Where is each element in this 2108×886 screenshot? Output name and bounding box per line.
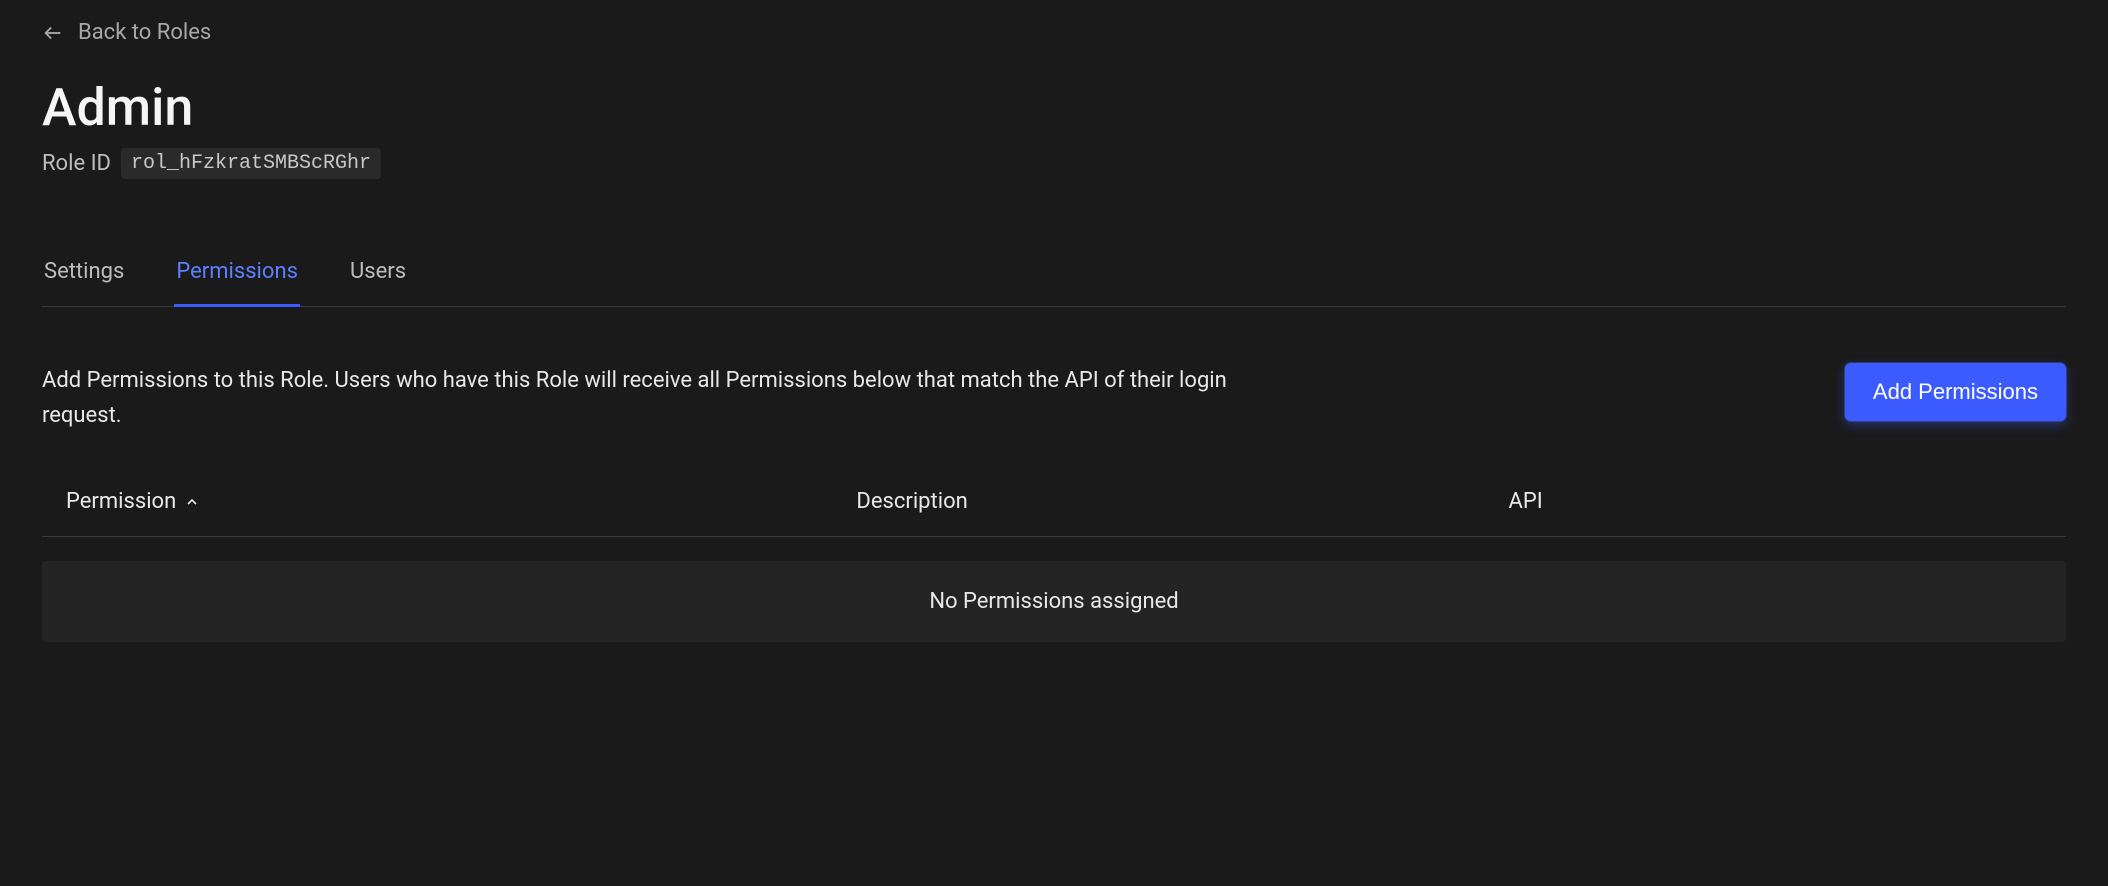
column-header-api-label: API (1508, 489, 1542, 514)
page-title: Admin (42, 77, 2066, 138)
column-header-api[interactable]: API (1508, 489, 2042, 514)
chevron-up-icon (184, 494, 200, 510)
arrow-left-icon (42, 22, 64, 44)
empty-state: No Permissions assigned (42, 561, 2066, 642)
tab-permissions[interactable]: Permissions (174, 259, 300, 307)
role-id-value: rol_hFzkratSMBScRGhr (121, 148, 381, 179)
table-header: Permission Description API (42, 489, 2066, 537)
content-row: Add Permissions to this Role. Users who … (42, 363, 2066, 433)
column-header-permission[interactable]: Permission (66, 489, 856, 514)
tab-users[interactable]: Users (348, 259, 408, 307)
back-to-roles-link[interactable]: Back to Roles (42, 20, 211, 45)
column-header-description[interactable]: Description (856, 489, 1508, 514)
role-id-label: Role ID (42, 151, 111, 176)
column-header-description-label: Description (856, 489, 967, 514)
permissions-description: Add Permissions to this Role. Users who … (42, 363, 1302, 433)
back-link-label: Back to Roles (78, 20, 211, 45)
add-permissions-button[interactable]: Add Permissions (1845, 363, 2066, 421)
role-id-row: Role ID rol_hFzkratSMBScRGhr (42, 148, 2066, 179)
tabs: Settings Permissions Users (42, 259, 2066, 307)
column-header-permission-label: Permission (66, 489, 176, 514)
tab-settings[interactable]: Settings (42, 259, 126, 307)
